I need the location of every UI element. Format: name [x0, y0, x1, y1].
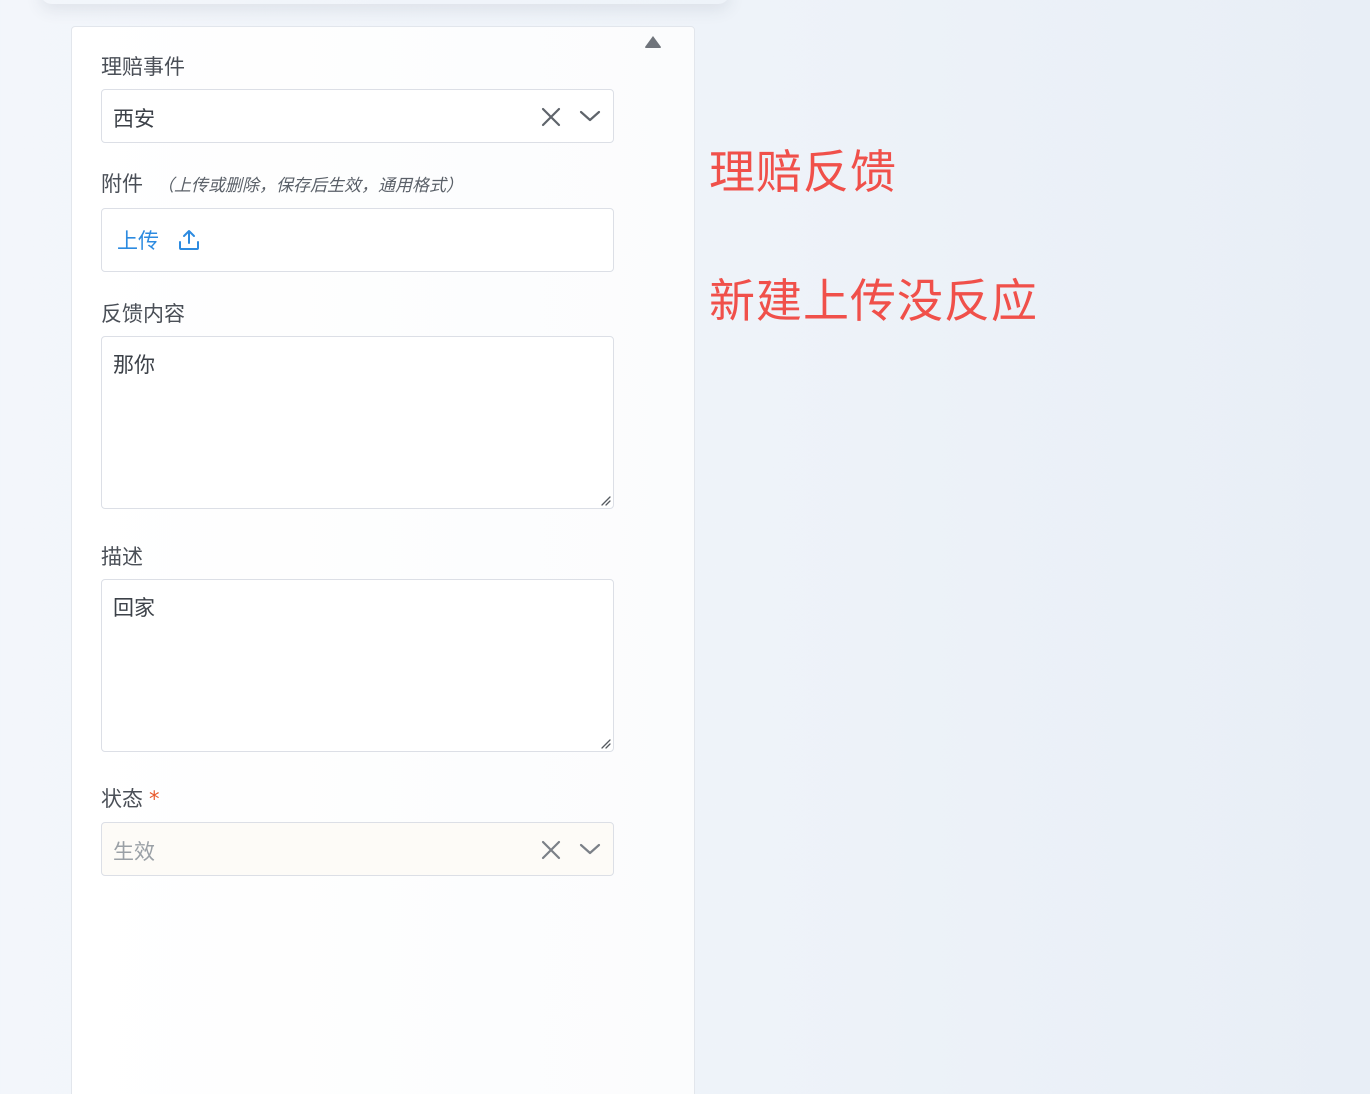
- feedback-content-value: 那你: [113, 353, 155, 377]
- status-label: 状态 *: [101, 783, 160, 813]
- claim-event-select[interactable]: 西安: [101, 89, 614, 143]
- close-icon[interactable]: [540, 839, 562, 861]
- annotation-issue: 新建上传没反应: [709, 274, 1038, 328]
- feedback-content-textarea[interactable]: 那你: [101, 336, 614, 509]
- upload-button[interactable]: 上传: [117, 225, 201, 255]
- required-mark: *: [149, 787, 160, 811]
- top-card-shadow: [40, 0, 730, 4]
- upload-button-label: 上传: [117, 229, 159, 253]
- description-textarea[interactable]: 回家: [101, 579, 614, 752]
- feedback-content-label: 反馈内容: [101, 302, 185, 326]
- status-select[interactable]: 生效: [101, 822, 614, 876]
- description-label: 描述: [101, 545, 143, 569]
- triangle-up-icon[interactable]: [644, 35, 662, 49]
- upload-icon: [179, 230, 199, 250]
- attachment-label-text: 附件: [101, 172, 143, 196]
- chevron-down-icon[interactable]: [579, 841, 601, 857]
- annotation-title: 理赔反馈: [709, 145, 897, 199]
- resize-handle-icon[interactable]: [599, 494, 611, 506]
- attachment-label: 附件 （上传或删除，保存后生效，通用格式）: [101, 168, 463, 198]
- description-value: 回家: [113, 596, 155, 620]
- status-label-text: 状态: [101, 787, 143, 811]
- claim-event-label: 理赔事件: [101, 55, 185, 79]
- attachment-upload-box: 上传: [101, 208, 614, 272]
- chevron-down-icon[interactable]: [579, 108, 601, 124]
- status-value: 生效: [113, 840, 155, 864]
- claim-event-value: 西安: [113, 107, 155, 131]
- resize-handle-icon[interactable]: [599, 737, 611, 749]
- close-icon[interactable]: [540, 106, 562, 128]
- attachment-hint: （上传或删除，保存后生效，通用格式）: [157, 176, 463, 196]
